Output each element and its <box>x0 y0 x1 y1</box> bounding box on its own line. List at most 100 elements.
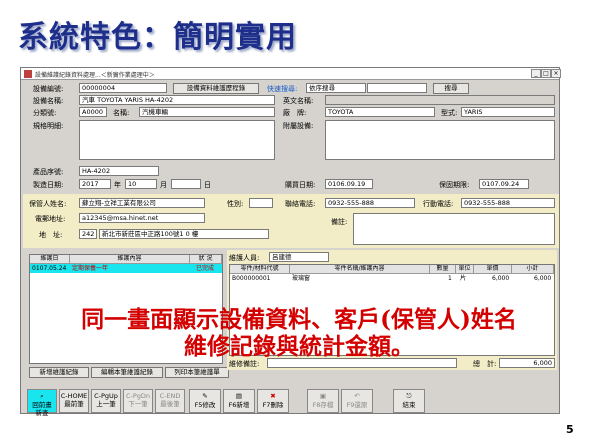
staff-label: 維護人員: <box>229 254 260 262</box>
toolbar-prev[interactable]: C-PgUp 上一筆 <box>91 389 121 413</box>
part-code: B000000001 <box>232 275 271 282</box>
row-date: 0107.05.24 <box>32 265 67 272</box>
col-unit[interactable]: 單位 <box>456 265 474 274</box>
add-icon: ▤ <box>235 392 243 400</box>
toolbar-first[interactable]: C-HOME 最前筆 <box>59 389 89 413</box>
col-status[interactable]: 狀 況 <box>190 255 222 264</box>
equip-name-label: 設備名稱: <box>33 97 64 105</box>
mfg-day-unit: 日 <box>204 181 211 189</box>
note-label: 備註: <box>331 218 348 226</box>
owner-name-label: 保管人姓名: <box>29 200 67 208</box>
gender-label: 性別: <box>227 200 244 208</box>
toolbar-last-label: C-END 最後筆 <box>159 392 181 408</box>
name-label: 名稱: <box>113 109 130 117</box>
toolbar-edit-label: F5修改 <box>194 401 216 409</box>
accessory-label: 附屬設備: <box>283 122 314 130</box>
col-price[interactable]: 單價 <box>474 265 512 274</box>
minimize-button[interactable]: _ <box>531 69 541 78</box>
accessory-textarea[interactable] <box>325 120 555 160</box>
note-textarea[interactable] <box>353 213 555 245</box>
quick-search-input[interactable] <box>367 83 427 93</box>
search-button[interactable]: 搜尋 <box>433 83 469 94</box>
serial-field[interactable]: HA-4202 <box>79 166 159 176</box>
slide-title: 系統特色：簡明實用 <box>18 20 297 55</box>
app-window: 設備維護紀錄資料處理...＜新竇作業處理中＞ _ □ × 設備編號: 00000… <box>20 67 561 417</box>
toolbar-last[interactable]: C-END 最後筆 <box>155 389 185 413</box>
equip-no-field[interactable]: 00000004 <box>79 83 167 93</box>
toolbar-save-label: F8存檔 <box>312 401 334 409</box>
row-content: 定期保養一年 <box>72 265 109 272</box>
en-name-label: 英文名稱: <box>283 97 314 105</box>
row-status: 已完成 <box>196 265 215 272</box>
mfg-month-field[interactable]: 10 <box>125 179 157 189</box>
serial-label: 產品序號: <box>33 168 64 176</box>
mfg-year-unit: 年 <box>114 181 121 189</box>
phone-label: 聯絡電話: <box>285 200 316 208</box>
mfg-year-field[interactable]: 2017 <box>79 179 111 189</box>
address-field[interactable]: 新北市新莊區中正路100號1 0 樓 <box>99 229 269 239</box>
factory-label: 廠 牌: <box>283 109 307 117</box>
part-unit: 片 <box>460 275 467 282</box>
model-field[interactable]: YARIS <box>461 107 555 117</box>
buy-date-field[interactable]: 0106.09.19 <box>325 179 373 189</box>
toolbar-first-label: C-HOME 最前筆 <box>60 392 88 408</box>
col-qty[interactable]: 數量 <box>430 265 456 274</box>
delete-icon: ✖ <box>270 392 276 400</box>
mobile-label: 行動電話: <box>423 200 454 208</box>
category-name-field[interactable]: 汽機車輛 <box>139 107 275 117</box>
table-row[interactable]: B000000001 玻璃窗 1 片 6,000 6,000 <box>230 274 554 283</box>
edit-record-button[interactable]: 編輯本筆維護紀錄 <box>91 367 163 378</box>
maximize-button[interactable]: □ <box>541 69 551 78</box>
overlay-line-2: 維修記錄與統計金額。 <box>184 333 414 360</box>
category-code-field[interactable]: A0000 <box>79 107 107 117</box>
mfg-month-unit: 月 <box>160 181 167 189</box>
toolbar-back[interactable]: ⌕ 回前畫 新查 <box>27 389 57 417</box>
toolbar-delete[interactable]: ✖ F7刪除 <box>257 389 289 413</box>
toolbar-add-label: F6新增 <box>228 401 250 409</box>
exit-icon: ⎋ <box>406 392 412 400</box>
search-icon: ⌕ <box>40 392 44 400</box>
equip-name-field[interactable]: 汽車 TOYOTA YARIS HA-4202 <box>79 95 275 105</box>
warranty-field[interactable]: 0107.09.24 <box>479 179 529 189</box>
spec-textarea[interactable] <box>79 120 275 160</box>
mfg-day-field[interactable] <box>171 179 201 189</box>
mobile-field[interactable]: 0932-555-888 <box>461 198 555 208</box>
add-record-button[interactable]: 新增維護紀錄 <box>29 367 89 378</box>
print-record-button[interactable]: 列印本筆維護單 <box>165 367 229 378</box>
col-part-name[interactable]: 零件名稱/維護內容 <box>290 265 430 274</box>
toolbar-next[interactable]: C-PgDn 下一筆 <box>123 389 153 413</box>
zip-field[interactable]: 242 <box>79 229 97 239</box>
toolbar-edit[interactable]: ✎ F5修改 <box>189 389 221 413</box>
owner-name-field[interactable]: 蘇立翔-立祥工業有限公司 <box>79 198 205 208</box>
app-icon <box>24 70 32 78</box>
undo-icon: ↶ <box>354 392 360 400</box>
category-label: 分類號: <box>33 109 57 117</box>
toolbar-add[interactable]: ▤ F6新增 <box>223 389 255 413</box>
table-row[interactable]: 0107.05.24 定期保養一年 已完成 <box>30 264 222 273</box>
quick-search-select[interactable]: 依序搜尋 <box>306 83 366 93</box>
email-field[interactable]: a12345@msa.hinet.net <box>79 213 205 223</box>
gender-field[interactable] <box>249 198 273 208</box>
close-button[interactable]: × <box>551 69 561 78</box>
toolbar-save[interactable]: ▣ F8存檔 <box>307 389 339 413</box>
toolbar-back-label: 回前畫 新查 <box>32 401 52 417</box>
staff-field[interactable]: 呂建德 <box>269 252 329 262</box>
en-name-field[interactable] <box>325 95 555 105</box>
spec-label: 規格明細: <box>33 122 64 130</box>
quick-search-label: 快速搜尋: <box>267 85 298 93</box>
window-title: 設備維護紀錄資料處理...＜新竇作業處理中＞ <box>35 72 155 79</box>
part-subtotal: 6,000 <box>534 275 552 282</box>
history-button[interactable]: 設備資料維護歷程錄 <box>173 83 259 94</box>
col-content[interactable]: 維護內容 <box>70 255 190 264</box>
email-label: 電郵地址: <box>35 215 66 223</box>
equip-no-label: 設備編號: <box>33 85 64 93</box>
part-qty: 1 <box>448 275 452 282</box>
page-number: 5 <box>566 423 574 436</box>
phone-field[interactable]: 0932-555-888 <box>325 198 415 208</box>
toolbar-undo[interactable]: ↶ F9還原 <box>341 389 373 413</box>
col-part-code[interactable]: 零件/材料代號 <box>230 265 290 274</box>
col-subtotal[interactable]: 小計 <box>512 265 554 274</box>
factory-field[interactable]: TOYOTA <box>325 107 435 117</box>
col-date[interactable]: 維護日 <box>30 255 70 264</box>
toolbar-exit[interactable]: ⎋ 結束 <box>393 389 425 413</box>
